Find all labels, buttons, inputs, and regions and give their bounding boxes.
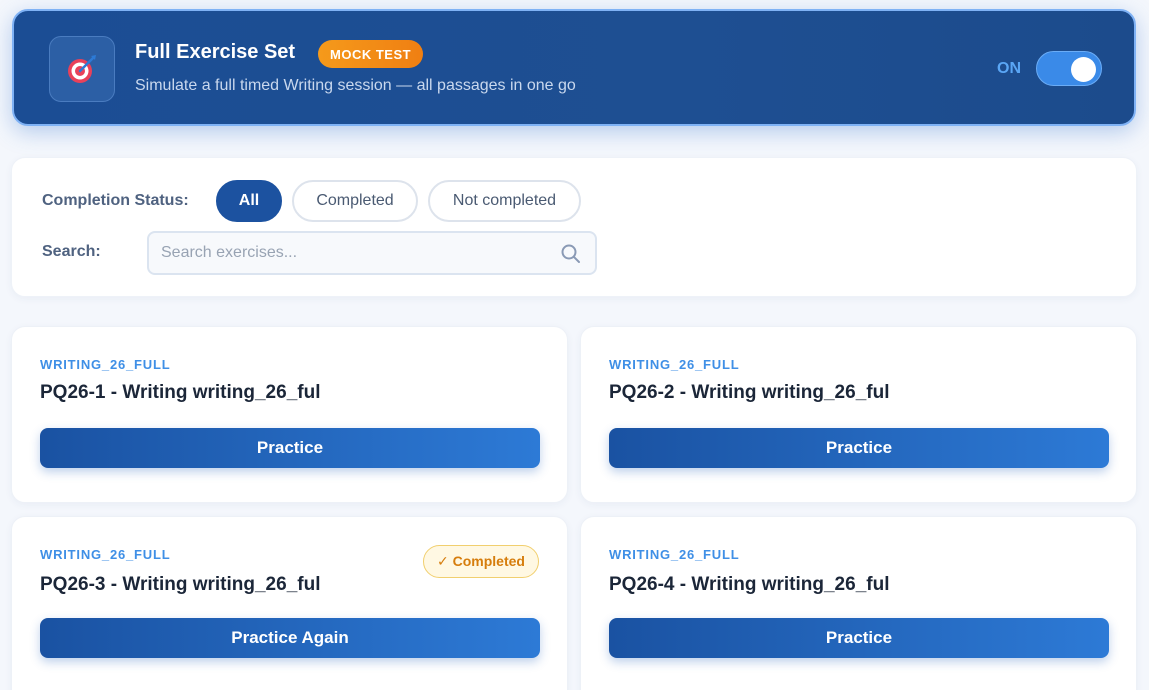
filter-chip-all[interactable]: All [216, 180, 282, 222]
card-tag: WRITING_26_FULL [40, 547, 171, 562]
page: Full Exercise Set MOCK TEST Simulate a f… [0, 0, 1149, 690]
practice-again-button[interactable]: Practice Again [40, 618, 540, 658]
practice-button[interactable]: Practice [609, 428, 1109, 468]
card-tag: WRITING_26_FULL [609, 547, 740, 562]
search-icon[interactable] [561, 244, 581, 269]
filter-chip-completed[interactable]: Completed [292, 180, 418, 222]
search-box [147, 231, 597, 275]
card-tag: WRITING_26_FULL [609, 357, 740, 372]
banner-subtitle: Simulate a full timed Writing session — … [135, 77, 576, 94]
search-input[interactable] [161, 233, 551, 273]
card-title: PQ26-1 - Writing writing_26_ful [40, 382, 321, 403]
exercise-card-pq26-2: WRITING_26_FULL PQ26-2 - Writing writing… [580, 326, 1137, 503]
filter-chip-not-completed[interactable]: Not completed [428, 180, 581, 222]
completed-badge: ✓ Completed [423, 545, 539, 578]
practice-button[interactable]: Practice [609, 618, 1109, 658]
card-tag: WRITING_26_FULL [40, 357, 171, 372]
card-title: PQ26-2 - Writing writing_26_ful [609, 382, 890, 403]
full-set-toggle[interactable] [1036, 51, 1102, 86]
toggle-knob [1071, 57, 1096, 82]
card-title: PQ26-4 - Writing writing_26_ful [609, 574, 890, 595]
exercise-card-pq26-3: WRITING_26_FULL ✓ Completed PQ26-3 - Wri… [11, 516, 568, 690]
toggle-state-label: ON [997, 60, 1021, 77]
filter-panel: Completion Status: All Completed Not com… [11, 157, 1137, 297]
card-title: PQ26-3 - Writing writing_26_ful [40, 574, 321, 595]
practice-button[interactable]: Practice [40, 428, 540, 468]
exercise-card-pq26-1: WRITING_26_FULL PQ26-1 - Writing writing… [11, 326, 568, 503]
full-exercise-banner: Full Exercise Set MOCK TEST Simulate a f… [12, 9, 1136, 126]
mock-test-badge: MOCK TEST [318, 40, 424, 68]
banner-title: Full Exercise Set [135, 41, 296, 63]
search-label: Search: [42, 243, 101, 260]
completion-status-label: Completion Status: [42, 192, 189, 209]
exercise-card-pq26-4: WRITING_26_FULL PQ26-4 - Writing writing… [580, 516, 1137, 690]
target-dart-icon [49, 36, 115, 102]
